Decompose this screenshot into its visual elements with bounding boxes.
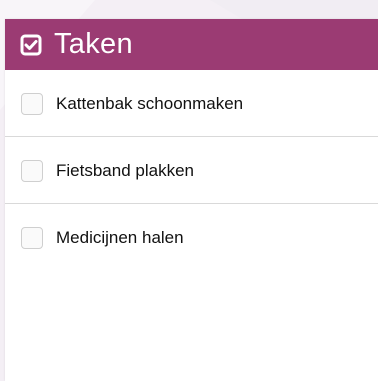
task-checkbox[interactable] (21, 227, 43, 249)
check-square-icon (19, 33, 43, 57)
task-label: Kattenbak schoonmaken (56, 94, 244, 113)
task-item: Medicijnen halen (5, 204, 378, 271)
panel-header: Taken (5, 19, 378, 70)
task-list: Kattenbak schoonmaken Fietsband plakken … (5, 70, 378, 271)
task-item: Fietsband plakken (5, 137, 378, 204)
tasks-panel: Taken Kattenbak schoonmaken Fietsband pl… (5, 19, 378, 381)
task-item: Kattenbak schoonmaken (5, 70, 378, 137)
task-checkbox[interactable] (21, 160, 43, 182)
task-label: Medicijnen halen (56, 228, 184, 247)
task-checkbox[interactable] (21, 93, 43, 115)
panel-title: Taken (54, 28, 133, 60)
task-label: Fietsband plakken (56, 161, 194, 180)
